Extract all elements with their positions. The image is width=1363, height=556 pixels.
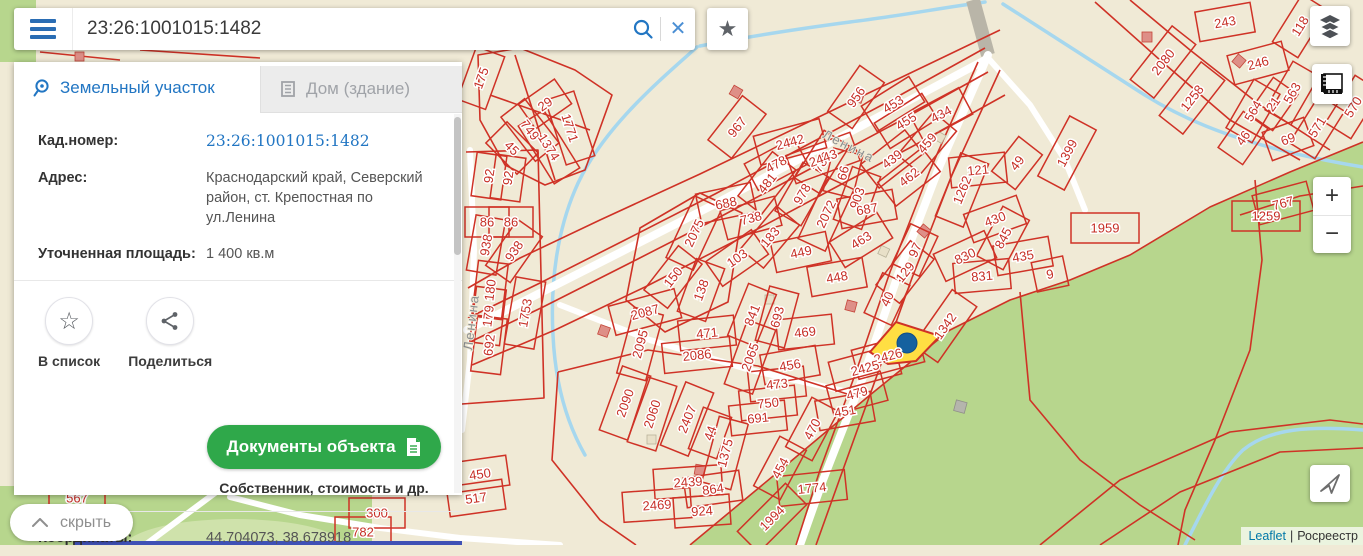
share-button[interactable]: Поделиться [128,297,212,369]
chevron-up-icon [32,518,48,527]
coordinates-value: 44.704073, 38.678918 [206,530,352,546]
svg-text:924: 924 [691,503,714,519]
document-icon [406,438,420,456]
field-label: Кад.номер: [38,133,119,149]
location-arrow-icon [1320,473,1340,494]
svg-text:1774: 1774 [797,479,827,497]
panel-content: Кад.номер: 23:26:1001015:1482 Адрес: Кра… [14,113,462,546]
svg-text:121: 121 [966,161,989,178]
svg-text:86: 86 [504,215,518,230]
svg-text:450: 450 [468,465,492,483]
svg-text:469: 469 [793,323,816,340]
tab-building[interactable]: Дом (здание) [260,66,462,113]
svg-text:692: 692 [480,333,498,356]
locate-button[interactable] [1310,465,1350,502]
menu-icon [30,19,56,23]
field-address: Адрес: Краснодарский край, Северский рай… [14,160,462,236]
svg-text:2469: 2469 [642,497,672,514]
star-icon: ★ [717,16,738,41]
map-attribution: Leaflet | Росреестр [1241,527,1363,545]
svg-text:471: 471 [695,324,718,341]
svg-text:831: 831 [971,268,994,285]
svg-text:92: 92 [500,170,517,186]
object-info-panel: Земельный участок Дом (здание) Кад.номер… [14,62,462,546]
svg-text:179: 179 [479,304,497,327]
star-outline-icon: ☆ [58,307,80,335]
add-to-list-button[interactable]: ☆ В список [38,297,100,369]
svg-text:86: 86 [480,215,494,230]
layers-icon [1318,15,1342,39]
hide-panel-button[interactable]: скрыть [10,504,134,541]
attribution-separator: | [1289,529,1294,543]
svg-text:691: 691 [746,409,769,426]
documents-block: Документы объекта Собственник, стоимость… [204,425,444,496]
svg-text:2439: 2439 [673,474,703,491]
menu-button[interactable] [14,8,73,50]
svg-text:180: 180 [481,278,499,301]
tab-land-parcel[interactable]: Земельный участок [14,62,260,113]
field-label: Уточненная площадь: [38,246,196,262]
area-value: 1 400 кв.м [206,246,275,262]
panel-tabs: Земельный участок Дом (здание) [14,62,462,113]
tab-label: Дом (здание) [306,79,411,98]
divider [14,280,462,281]
documents-button-label: Документы объекта [226,437,396,456]
hide-label: скрыть [60,513,112,531]
panel-scrollbar-thumb[interactable] [454,117,461,255]
svg-text:473: 473 [765,375,788,392]
leaflet-link[interactable]: Leaflet [1248,529,1286,543]
address-value: Краснодарский край, Северский район, ст.… [206,170,423,226]
cadastral-map-app: { "search": { "query": "23:26:1001015:14… [0,0,1363,546]
field-label: Адрес: [38,170,88,186]
object-documents-button[interactable]: Документы объекта [207,425,441,469]
rosreestr-link[interactable]: Росреестр [1297,529,1358,543]
search-bar: ✕ [14,8,695,50]
building-icon [281,81,295,97]
cadastral-number-link[interactable]: 23:26:1001015:1482 [206,132,370,150]
tab-label: Земельный участок [60,77,215,97]
ruler-frame-icon [1321,73,1343,94]
share-icon [161,312,178,330]
svg-text:2086: 2086 [682,346,712,364]
map-pin-icon [33,78,49,96]
documents-subtitle: Собственник, стоимость и др. [219,480,429,496]
svg-text:864: 864 [701,480,725,498]
action-label: В список [38,353,101,369]
svg-text:517: 517 [464,489,488,507]
field-cadastral-number: Кад.номер: 23:26:1001015:1482 [14,123,462,160]
zoom-in-button[interactable]: + [1313,177,1351,216]
close-icon: ✕ [669,18,687,40]
svg-text:750: 750 [756,394,779,411]
search-button[interactable] [626,12,660,46]
panel-actions: ☆ В список Поделиться [14,289,462,369]
search-input[interactable] [73,18,626,40]
search-icon [633,19,653,39]
field-area: Уточненная площадь: 1 400 кв.м [14,236,462,272]
action-label: Поделиться [128,353,213,369]
clear-search-button[interactable]: ✕ [661,12,695,46]
extent-ruler-button[interactable] [1312,64,1352,104]
zoom-control: + − [1313,177,1351,253]
svg-text:1959: 1959 [1091,221,1120,236]
zoom-out-button[interactable]: − [1313,216,1351,254]
layers-button[interactable] [1310,6,1350,46]
svg-text:92: 92 [481,168,498,184]
favorites-button[interactable]: ★ [707,8,748,50]
